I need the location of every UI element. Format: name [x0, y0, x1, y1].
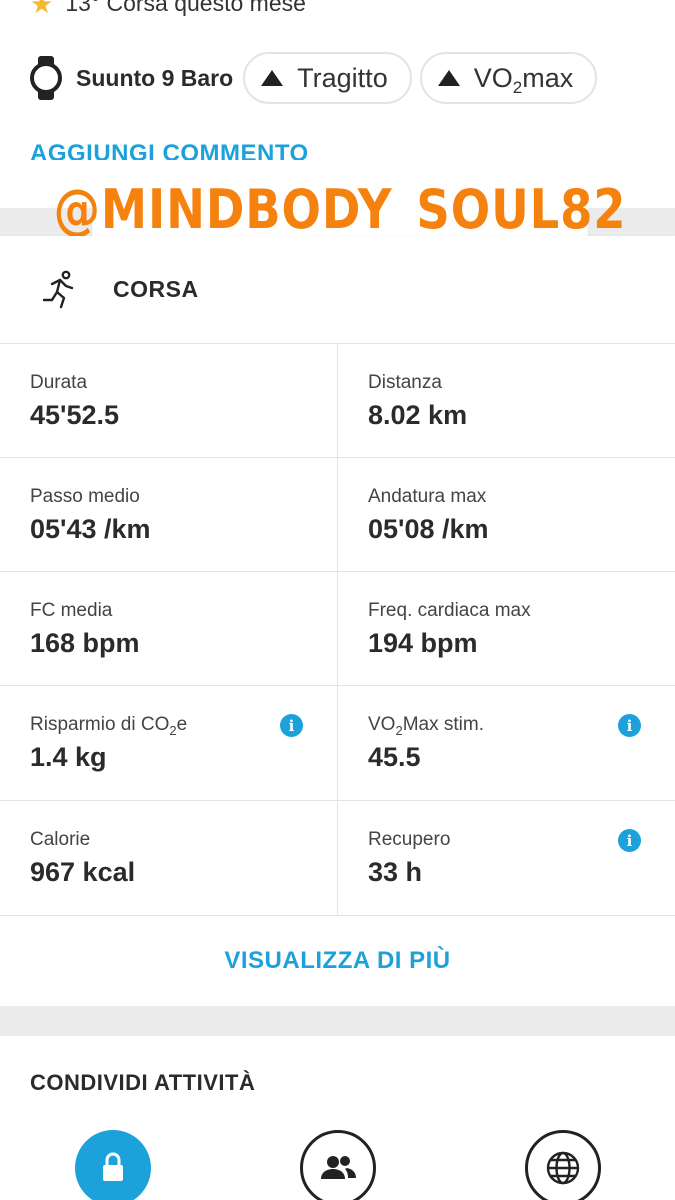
star-icon: ★: [30, 0, 54, 19]
stat-co2-saving: Risparmio di CO2e 1.4 kg i: [0, 686, 337, 800]
triangle-up-icon: [437, 70, 460, 86]
share-followers-button[interactable]: [300, 1130, 376, 1200]
sport-type-label: CORSA: [113, 276, 199, 302]
share-title: CONDIVIDI ATTIVITÀ: [30, 1070, 256, 1095]
sport-row: CORSA: [0, 236, 675, 343]
people-icon: [321, 1156, 356, 1179]
route-button[interactable]: Tragitto: [243, 52, 412, 104]
device-name: Suunto 9 Baro: [76, 64, 234, 91]
add-comment-link[interactable]: AGGIUNGI COMMENTO: [30, 140, 309, 160]
stat-value: 45.5: [368, 742, 421, 772]
stat-value: 967 kcal: [30, 857, 136, 887]
stat-label: Recupero: [368, 829, 451, 850]
stat-value: 33 h: [368, 857, 423, 887]
stat-avg-pace: Passo medio 05'43 /km: [0, 458, 337, 571]
device-row: Suunto 9 Baro Tragitto VO2max: [28, 52, 605, 104]
share-public-button[interactable]: [525, 1130, 601, 1200]
stat-label: Calorie: [30, 829, 91, 850]
achievement-row: ★ 13° Corsa questo mese: [30, 0, 306, 17]
stat-value: 1.4 kg: [30, 742, 107, 772]
stat-label: FC media: [30, 600, 113, 621]
vo2max-button-label: VO2max: [473, 62, 574, 97]
runner-icon: [42, 270, 74, 309]
stat-label: VO2Max stim.: [368, 714, 484, 738]
vo2max-button[interactable]: VO2max: [419, 52, 598, 104]
stats-row: Passo medio 05'43 /km Andatura max 05'08…: [0, 457, 675, 571]
stat-calories: Calorie 967 kcal: [0, 801, 337, 915]
stat-value: 05'08 /km: [368, 514, 489, 544]
stats-row: Durata 45'52.5 Distanza 8.02 km: [0, 343, 675, 457]
stats-row: FC media 168 bpm Freq. cardiaca max 194 …: [0, 571, 675, 685]
stat-label: Durata: [30, 372, 88, 393]
stat-recovery: Recupero 33 h i: [337, 801, 675, 915]
stat-duration: Durata 45'52.5: [0, 344, 337, 457]
stat-value: 05'43 /km: [30, 514, 151, 544]
activity-summary-card: CORSA Durata 45'52.5 Distanza 8.02 km Pa…: [0, 236, 675, 1006]
stat-avg-hr: FC media 168 bpm: [0, 572, 337, 685]
stat-vo2max-estimate: VO2Max stim. 45.5 i: [337, 686, 675, 800]
route-button-label: Tragitto: [297, 62, 388, 93]
share-private-button[interactable]: [75, 1130, 151, 1200]
stat-value: 45'52.5: [30, 400, 120, 430]
section-divider: [0, 1006, 675, 1036]
stat-max-hr: Freq. cardiaca max 194 bpm: [337, 572, 675, 685]
stat-label: Freq. cardiaca max: [368, 600, 531, 621]
stats-row: Calorie 967 kcal Recupero 33 h i: [0, 800, 675, 915]
achievement-text: 13° Corsa questo mese: [65, 0, 306, 16]
share-section: CONDIVIDI ATTIVITÀ: [0, 1036, 675, 1200]
show-more-button[interactable]: VISUALIZZA DI PIÙ: [0, 915, 675, 1006]
info-icon[interactable]: i: [618, 714, 641, 737]
stat-label: Risparmio di CO2e: [30, 714, 188, 738]
stat-label: Passo medio: [30, 486, 140, 507]
show-more-label: VISUALIZZA DI PIÙ: [224, 947, 451, 974]
stat-value: 194 bpm: [368, 628, 478, 658]
lock-icon: [103, 1152, 123, 1181]
stat-max-pace: Andatura max 05'08 /km: [337, 458, 675, 571]
stat-label: Distanza: [368, 372, 442, 393]
info-icon[interactable]: i: [618, 829, 641, 852]
stat-distance: Distanza 8.02 km: [337, 344, 675, 457]
stats-grid: Durata 45'52.5 Distanza 8.02 km Passo me…: [0, 343, 675, 915]
watermark-text: @MINDBODY_SOUL82: [53, 176, 627, 242]
info-icon[interactable]: i: [280, 714, 303, 737]
stat-value: 8.02 km: [368, 400, 468, 430]
stats-row: Risparmio di CO2e 1.4 kg i VO2Max stim. …: [0, 685, 675, 800]
stat-label: Andatura max: [368, 486, 487, 507]
triangle-up-icon: [261, 70, 284, 86]
stat-value: 168 bpm: [30, 628, 140, 658]
globe-icon: [546, 1151, 580, 1185]
watch-icon: [28, 56, 64, 100]
